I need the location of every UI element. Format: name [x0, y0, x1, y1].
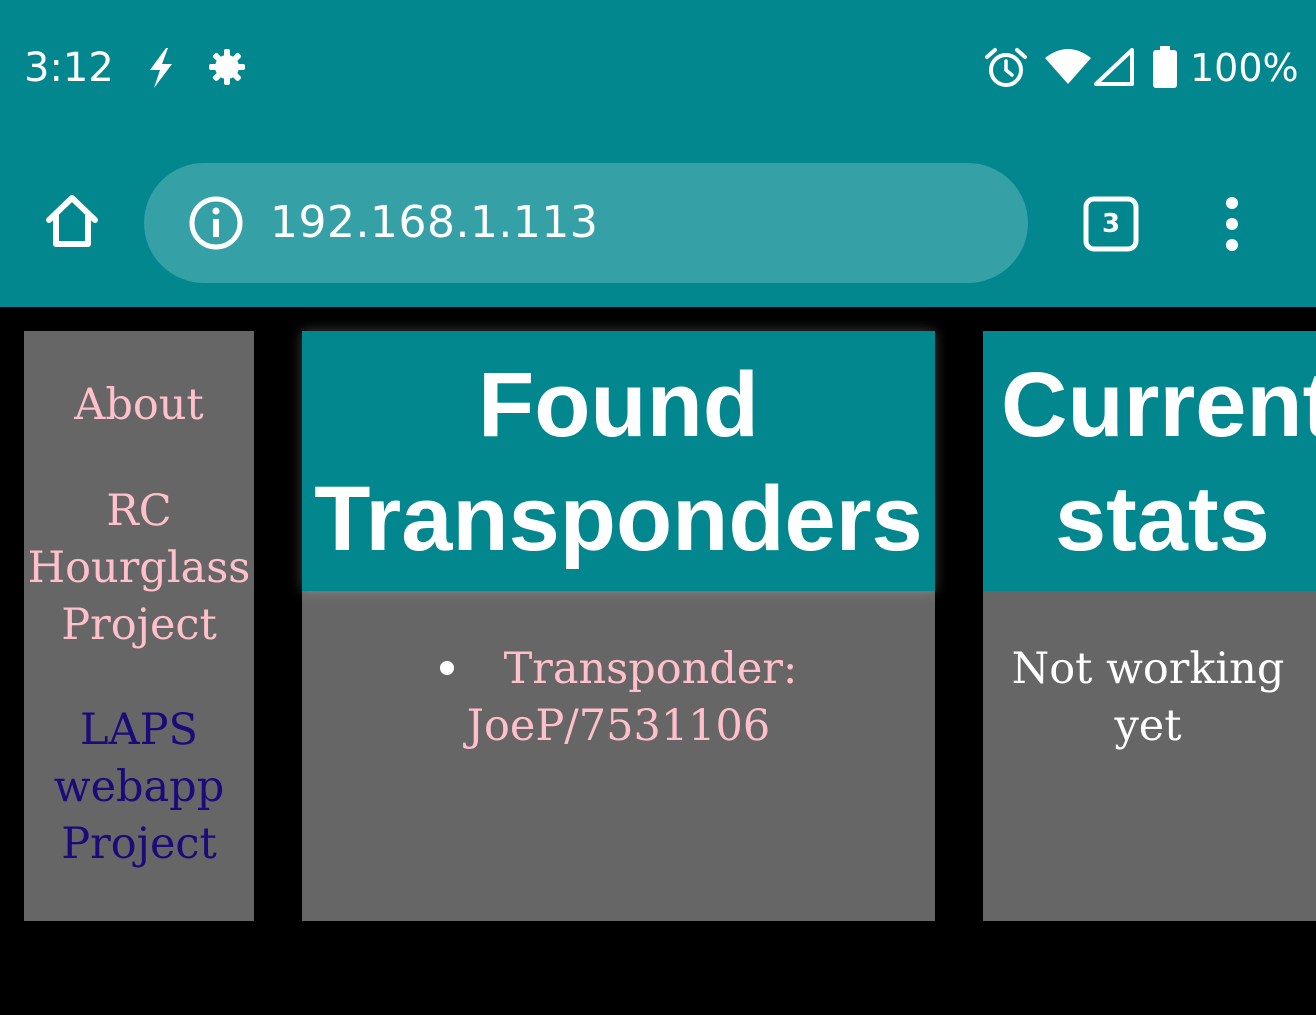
- current-stats-panel: Current stats Not working yet: [983, 331, 1316, 921]
- panel-title: Found Transponders: [302, 331, 935, 591]
- browser-toolbar: 192.168.1.113 3: [0, 135, 1316, 307]
- sidebar-nav: About RC Hourglass Project LAPS webapp P…: [24, 331, 254, 921]
- panel-title-line: Transponders: [314, 468, 923, 570]
- list-item: Transponder: JoeP/7531106: [302, 641, 935, 755]
- more-vert-icon: [1226, 197, 1238, 251]
- wifi-icon: [1045, 49, 1091, 84]
- url-text[interactable]: 192.168.1.113: [270, 193, 598, 253]
- panel-body: Not working yet: [983, 591, 1316, 921]
- overflow-menu-button[interactable]: [1206, 193, 1258, 255]
- info-icon[interactable]: [188, 195, 244, 251]
- battery-icon: [1153, 46, 1177, 88]
- sidebar-item-about[interactable]: About: [24, 377, 254, 434]
- transponder-label: Transponder:: [503, 644, 798, 694]
- panel-title-line: Found: [478, 354, 759, 456]
- home-button[interactable]: [36, 185, 108, 257]
- stats-status-text: Not working yet: [983, 641, 1316, 755]
- bullet-icon: [439, 661, 454, 675]
- tab-switcher-button[interactable]: 3: [1080, 193, 1142, 255]
- tab-count: 3: [1101, 209, 1121, 239]
- stats-status-line: Not working: [1011, 644, 1285, 694]
- panel-title-line: Current: [1001, 354, 1316, 456]
- cell-signal-icon: [1094, 48, 1134, 86]
- url-bar[interactable]: 192.168.1.113: [144, 163, 1028, 283]
- panel-title: Current stats: [983, 331, 1316, 591]
- transponder-id: JoeP/7531106: [466, 701, 771, 751]
- sidebar-item-laps-webapp-project[interactable]: LAPS webapp Project: [24, 702, 254, 873]
- gear-icon: [209, 49, 245, 85]
- panel-title-line: stats: [1055, 468, 1270, 570]
- found-transponders-panel: Found Transponders Transponder: JoeP/753…: [302, 331, 935, 921]
- bolt-icon: [150, 48, 172, 88]
- status-bar: 3:12 100%: [0, 0, 1316, 135]
- alarm-icon: [985, 48, 1027, 87]
- transponder-list: Transponder: JoeP/7531106: [302, 641, 935, 755]
- home-icon: [46, 195, 98, 247]
- panel-body: Transponder: JoeP/7531106: [302, 591, 935, 921]
- sidebar-item-rc-hourglass-project[interactable]: RC Hourglass Project: [24, 483, 254, 654]
- status-time: 3:12: [24, 45, 114, 91]
- battery-percentage: 100%: [1190, 46, 1299, 90]
- stats-status-line: yet: [1114, 701, 1182, 751]
